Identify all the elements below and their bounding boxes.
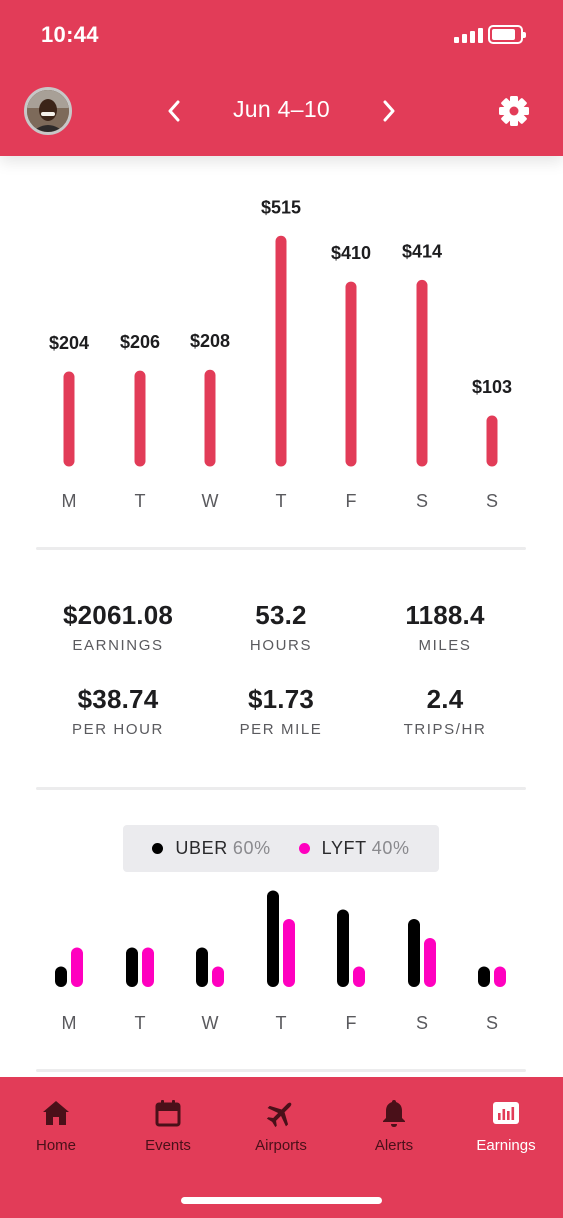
earnings-value-label: $414 — [402, 241, 442, 261]
stat-miles: 1188.4 MILES — [360, 600, 530, 654]
tab-label: Earnings — [476, 1137, 536, 1154]
day-label: W — [202, 491, 219, 511]
day-label: T — [276, 1013, 287, 1033]
bar-chart-icon — [493, 1102, 519, 1124]
legend-item-uber: UBER 60% — [152, 838, 270, 859]
signal-icon — [454, 27, 483, 43]
tab-events[interactable]: Events — [112, 1097, 224, 1154]
earnings-value-label: $103 — [472, 377, 512, 397]
stat-label: TRIPS/HR — [403, 721, 487, 738]
legend-pct: 40% — [371, 838, 410, 858]
stat-value: $38.74 — [77, 684, 159, 714]
stat-trips-per-hour: 2.4 TRIPS/HR — [360, 684, 530, 738]
home-indicator — [181, 1197, 382, 1204]
tab-airports[interactable]: Airports — [225, 1097, 337, 1154]
earnings-value-label: $515 — [261, 197, 301, 217]
tab-label: Events — [145, 1137, 191, 1154]
stat-hours: 53.2 HOURS — [196, 600, 366, 654]
platform-share-chart: MTWTFSS — [0, 880, 563, 1040]
stat-value: $1.73 — [247, 684, 315, 714]
divider — [36, 787, 526, 790]
day-label: S — [486, 1013, 498, 1033]
stat-value: 2.4 — [426, 684, 464, 714]
status-time: 10:44 — [41, 22, 99, 47]
day-label: M — [62, 491, 77, 511]
day-label: T — [135, 491, 146, 511]
tab-label: Home — [35, 1137, 76, 1154]
platform-share-legend: UBER 60% LYFT 40% — [123, 825, 439, 872]
legend-name: LYFT — [321, 838, 367, 858]
legend-name: UBER — [175, 838, 228, 858]
day-label: F — [346, 491, 357, 511]
calendar-icon — [155, 1100, 181, 1127]
divider — [36, 547, 526, 550]
chevron-left-icon — [168, 100, 180, 122]
user-avatar-icon — [27, 90, 69, 132]
battery-level — [492, 29, 515, 40]
legend-pct: 60% — [232, 838, 271, 858]
day-label: T — [135, 1013, 146, 1033]
day-label: S — [416, 1013, 428, 1033]
platform-share-svg: MTWTFSS — [55, 890, 506, 1033]
legend-item-lyft: LYFT 40% — [298, 838, 410, 859]
day-label: F — [346, 1013, 357, 1033]
stat-per-mile: $1.73 PER MILE — [196, 684, 366, 738]
daily-earnings-chart: $204 M $206 T $208 W $515 T $410 F $414 S $103 S — [0, 156, 563, 548]
lyft-dot-icon — [298, 843, 310, 854]
tab-label: Alerts — [374, 1137, 414, 1154]
day-label: T — [276, 491, 287, 511]
tab-earnings[interactable]: Earnings — [450, 1097, 562, 1154]
prev-week-button[interactable] — [159, 94, 189, 128]
day-label: S — [486, 491, 498, 511]
stat-label: MILES — [418, 637, 472, 654]
tab-label: Airports — [255, 1137, 307, 1154]
earnings-value-label: $204 — [49, 333, 89, 353]
tab-alerts[interactable]: Alerts — [338, 1097, 450, 1154]
home-icon — [43, 1101, 69, 1125]
stat-earnings: $2061.08 EARNINGS — [33, 600, 203, 654]
settings-button[interactable] — [497, 94, 531, 128]
stat-value: $2061.08 — [62, 600, 174, 630]
stat-label: PER MILE — [239, 721, 323, 738]
tab-home[interactable]: Home — [0, 1097, 112, 1154]
daily-earnings-svg: $204 M $206 T $208 W $515 T $410 F $414 S $103 S — [49, 197, 512, 511]
earnings-value-label: $206 — [120, 332, 160, 352]
week-range-title: Jun 4–10 — [232, 96, 331, 122]
day-label: S — [416, 491, 428, 511]
earnings-value-label: $208 — [190, 331, 230, 351]
airplane-icon — [266, 1102, 292, 1128]
day-label: M — [62, 1013, 77, 1033]
battery-icon — [488, 25, 526, 44]
uber-dot-icon — [152, 843, 164, 854]
stat-label: HOURS — [249, 637, 313, 654]
earnings-value-label: $410 — [331, 243, 371, 263]
stat-label: EARNINGS — [72, 637, 164, 654]
stat-value: 53.2 — [255, 600, 307, 630]
divider — [36, 1069, 526, 1072]
stat-label: PER HOUR — [72, 721, 164, 738]
bell-icon — [383, 1100, 405, 1127]
app-header: 10:44 Jun 4–10 — [0, 0, 563, 156]
stat-value: 1188.4 — [405, 600, 485, 630]
day-label: W — [202, 1013, 219, 1033]
avatar[interactable] — [24, 87, 72, 135]
chevron-right-icon — [383, 100, 395, 122]
stat-per-hour: $38.74 PER HOUR — [33, 684, 203, 738]
gear-icon — [499, 96, 529, 126]
next-week-button[interactable] — [374, 94, 404, 128]
